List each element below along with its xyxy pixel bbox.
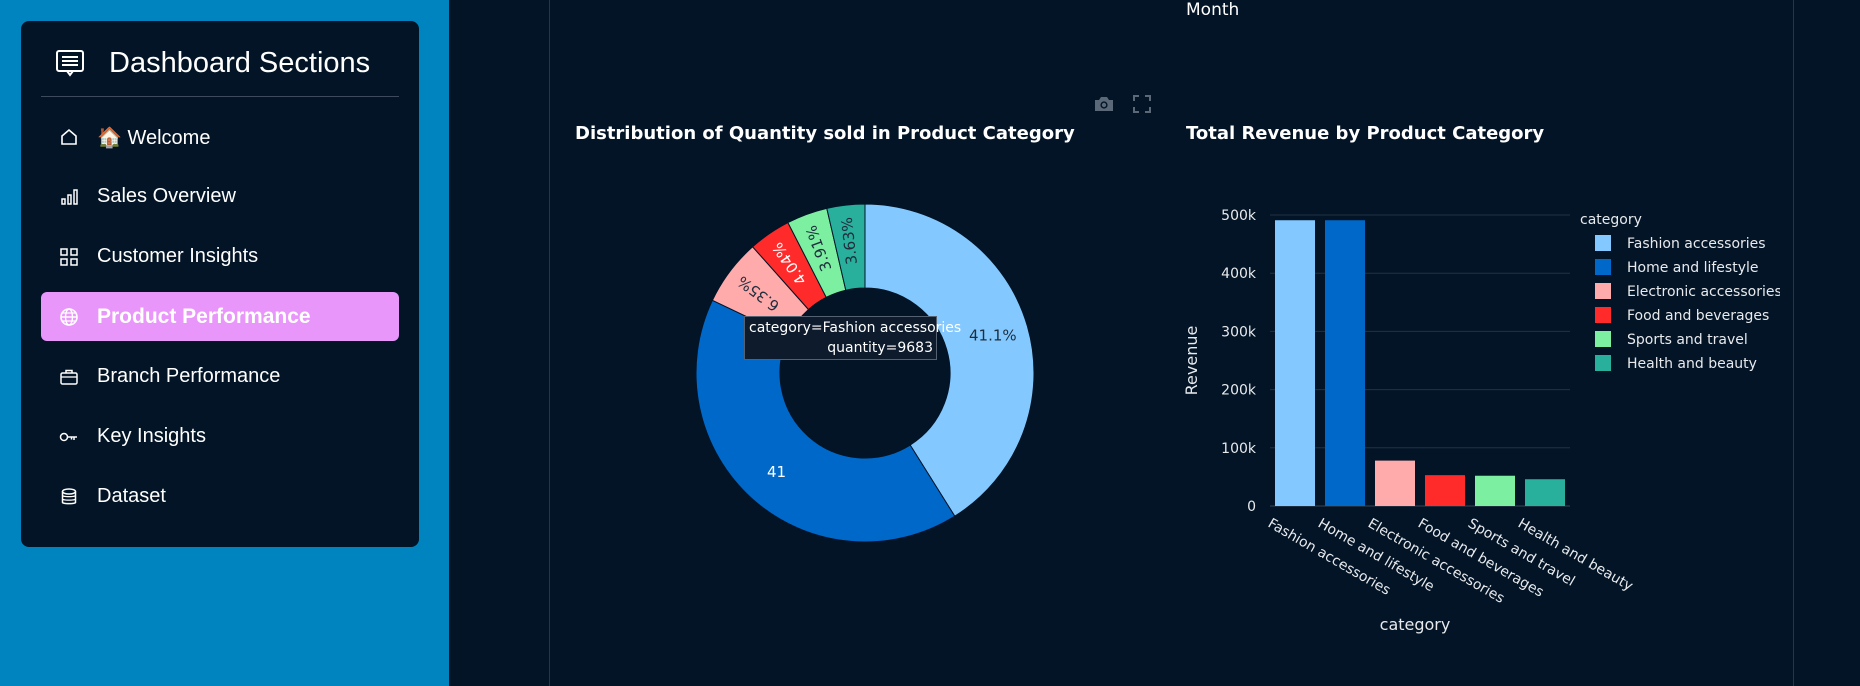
legend-swatch [1595, 331, 1611, 347]
grid-icon [60, 248, 78, 266]
nav-item-label: Branch Performance [97, 365, 281, 387]
bar [1425, 475, 1465, 506]
legend-swatch [1595, 235, 1611, 251]
home-icon [61, 128, 77, 145]
sidebar-title: Dashboard Sections [109, 47, 371, 79]
nav-item-sales-overview[interactable]: Sales Overview [41, 172, 399, 221]
legend-swatch [1595, 355, 1611, 371]
tooltip-category: category=Fashion accessories [749, 320, 962, 336]
y-tick-label: 200k [1221, 383, 1257, 399]
bar-chart[interactable]: 0 100k 200k 300k 400k 500k Fashion accessories… [1180, 190, 1780, 660]
bar [1375, 460, 1415, 506]
legend-title: category [1580, 212, 1642, 228]
legend-item: Sports and travel [1627, 332, 1748, 348]
globe-icon [60, 308, 78, 326]
database-icon [61, 488, 77, 505]
pie-slice-label: 41 [767, 463, 786, 481]
bar-chart-title: Total Revenue by Product Category [1186, 123, 1545, 144]
pie-chart-title: Distribution of Quantity sold in Product… [575, 123, 1075, 144]
legend-item: Food and beverages [1627, 308, 1769, 324]
briefcase-icon [60, 369, 78, 385]
legend-swatch [1595, 259, 1611, 275]
y-tick-label: 300k [1221, 324, 1257, 340]
nav-item-branch-performance[interactable]: Branch Performance [41, 352, 399, 401]
tooltip-quantity: quantity=9683 [827, 340, 933, 356]
chart-tooltip: category=Fashion accessories quantity=96… [744, 316, 961, 360]
nav-item-customer-insights[interactable]: Customer Insights [41, 232, 399, 281]
donut-chart[interactable]: 41.1%416.35%4.04%3.91% 3.63% [560, 150, 1180, 590]
y-tick-label: 400k [1221, 266, 1257, 282]
bar [1325, 220, 1365, 506]
legend-item: Health and beauty [1627, 356, 1757, 372]
y-axis-label: Revenue [1182, 326, 1201, 396]
column-border [549, 0, 550, 686]
sidebar-divider [41, 96, 399, 97]
bar [1525, 479, 1565, 506]
camera-icon[interactable] [1093, 94, 1115, 114]
fullscreen-icon[interactable] [1133, 95, 1151, 113]
x-axis-label: category [1380, 615, 1451, 634]
bar-chart-icon [61, 189, 78, 205]
nav-item-label: Customer Insights [97, 245, 259, 267]
legend-item: Electronic accessories [1627, 284, 1780, 300]
nav-item-label: Key Insights [97, 425, 206, 447]
nav-item-label: Product Performance [97, 305, 311, 328]
previous-chart-axis-label: Month [1186, 0, 1240, 20]
y-tick-label: 100k [1221, 441, 1257, 457]
nav-item-key-insights[interactable]: Key Insights [41, 412, 399, 461]
nav-item-product-performance[interactable]: Product Performance [41, 292, 399, 341]
y-tick-label: 500k [1221, 208, 1257, 224]
nav-item-dataset[interactable]: Dataset [41, 472, 399, 521]
bar [1275, 220, 1315, 506]
nav-item-label: Dataset [97, 485, 166, 507]
y-tick-label: 0 [1247, 499, 1256, 515]
nav-item-label: 🏠 Welcome [97, 127, 211, 149]
list-box-icon [56, 50, 84, 77]
bar [1475, 475, 1515, 506]
legend-swatch [1595, 283, 1611, 299]
nav-item-label: Sales Overview [97, 185, 236, 207]
legend-item: Home and lifestyle [1627, 260, 1758, 276]
nav-item-welcome[interactable]: 🏠 Welcome [41, 112, 399, 161]
column-border [1793, 0, 1794, 686]
sidebar-header: Dashboard Sections [21, 21, 419, 97]
sidebar: Dashboard Sections 🏠 Welcome Sales Overv… [21, 21, 419, 547]
legend-item: Fashion accessories [1627, 236, 1766, 252]
key-icon [59, 432, 77, 442]
pie-slice-label: 41.1% [969, 327, 1017, 345]
legend-swatch [1595, 307, 1611, 323]
